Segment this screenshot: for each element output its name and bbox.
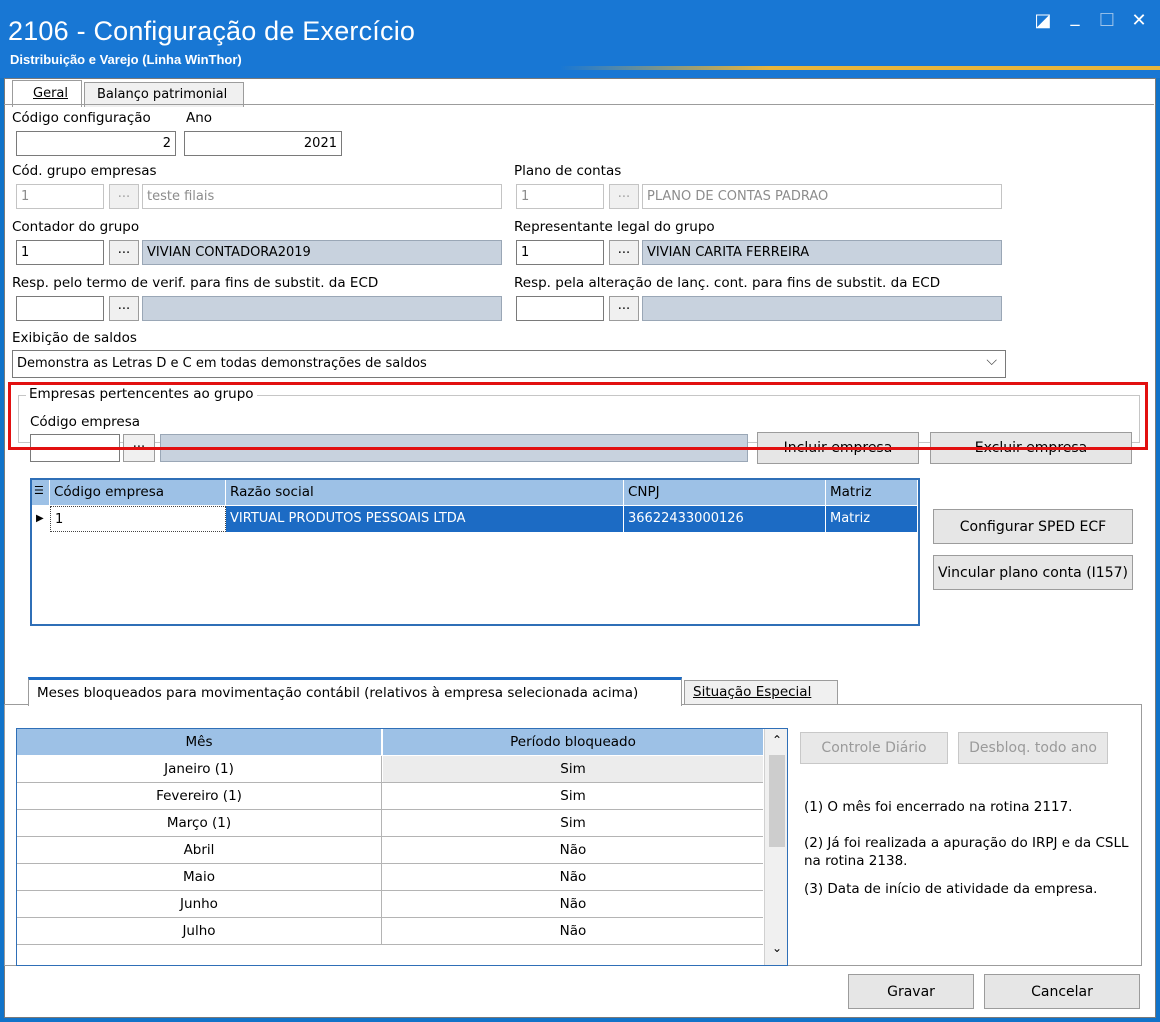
tab-geral-label: Geral [33, 86, 68, 101]
months-table[interactable]: Mês Período bloqueado Janeiro (1) Sim Fe… [16, 728, 788, 966]
note-2: (2) Já foi realizada a apuração do IRPJ … [804, 835, 1129, 869]
title-accent-stripe [560, 66, 1160, 70]
cell-codigo[interactable]: 1 [50, 506, 226, 532]
table-row[interactable]: Março (1) Sim [17, 810, 763, 837]
cell-bloqueado[interactable]: Não [383, 891, 763, 917]
restore-icon[interactable]: ◪ [1030, 10, 1056, 32]
tab-situacao-especial[interactable]: Situação Especial [684, 680, 838, 704]
plano-contas-name-field: PLANO DE CONTAS PADRAO [642, 184, 1002, 209]
application-window: 2106 - Configuração de Exercício Distrib… [0, 0, 1160, 1022]
tab-meses-bloqueados-label: Meses bloqueados para movimentação contá… [37, 685, 639, 701]
table-row[interactable]: Fevereiro (1) Sim [17, 783, 763, 810]
desbloq-ano-button[interactable]: Desbloq. todo ano [958, 732, 1108, 764]
cell-bloqueado[interactable]: Não [383, 918, 763, 944]
codigo-configuracao-field[interactable]: 2 [16, 131, 176, 156]
cell-matriz[interactable]: Matriz [826, 506, 918, 532]
controle-diario-button[interactable]: Controle Diário [800, 732, 948, 764]
cell-bloqueado[interactable]: Sim [383, 783, 763, 809]
gravar-button[interactable]: Gravar [848, 974, 974, 1009]
months-header-mes[interactable]: Mês [17, 729, 382, 755]
grid-menu-icon[interactable]: ☰ [32, 480, 50, 505]
exibicao-saldos-select[interactable]: Demonstra as Letras D e C em todas demon… [12, 350, 1006, 378]
grupo-empresas-code-field[interactable]: 1 [16, 184, 104, 209]
resp-termo-lookup-button[interactable]: ... [109, 296, 139, 321]
resp-termo-label: Resp. pelo termo de verif. para fins de … [12, 275, 379, 291]
cancelar-button[interactable]: Cancelar [984, 974, 1140, 1009]
table-row[interactable]: Abril Não [17, 837, 763, 864]
resp-alteracao-name-field [642, 296, 1002, 321]
window-title: 2106 - Configuração de Exercício [8, 16, 416, 46]
title-bar[interactable]: 2106 - Configuração de Exercício Distrib… [0, 0, 1160, 78]
grupo-empresas-lookup-button[interactable]: ... [109, 184, 139, 209]
cell-mes[interactable]: Janeiro (1) [17, 756, 382, 782]
tab-situacao-especial-label: Situação Especial [693, 684, 812, 700]
months-header-bloqueado[interactable]: Período bloqueado [383, 729, 763, 755]
months-scrollbar[interactable]: ⌃ ⌄ [764, 729, 787, 965]
grid-header-razao[interactable]: Razão social [226, 480, 624, 505]
cell-cnpj[interactable]: 36622433000126 [624, 506, 826, 532]
contador-label: Contador do grupo [12, 219, 140, 235]
contador-lookup-button[interactable]: ... [109, 240, 139, 265]
cell-bloqueado[interactable]: Sim [383, 756, 763, 782]
chevron-down-icon[interactable]: ⌵ [986, 353, 997, 369]
resp-termo-code-field[interactable] [16, 296, 104, 321]
codigo-configuracao-label: Código configuração [12, 110, 151, 126]
cell-mes[interactable]: Maio [17, 864, 382, 890]
representante-lookup-button[interactable]: ... [609, 240, 639, 265]
table-row[interactable]: Julho Não [17, 918, 763, 945]
close-icon[interactable]: ✕ [1126, 10, 1152, 32]
plano-contas-lookup-button[interactable]: ... [609, 184, 639, 209]
scroll-up-icon[interactable]: ⌃ [765, 729, 787, 751]
contador-name-field: VIVIAN CONTADORA2019 [142, 240, 502, 265]
cell-mes[interactable]: Fevereiro (1) [17, 783, 382, 809]
highlight-box [8, 382, 1148, 450]
row-indicator-icon: ▶ [32, 506, 50, 532]
contador-code-field[interactable]: 1 [16, 240, 104, 265]
cell-razao[interactable]: VIRTUAL PRODUTOS PESSOAIS LTDA [226, 506, 624, 532]
resp-alteracao-lookup-button[interactable]: ... [609, 296, 639, 321]
representante-code-field[interactable]: 1 [516, 240, 604, 265]
resp-alteracao-code-field[interactable] [516, 296, 604, 321]
representante-name-field: VIVIAN CARITA FERREIRA [642, 240, 1002, 265]
tab-geral[interactable]: Geral [12, 80, 82, 107]
exibicao-saldos-label: Exibição de saldos [12, 330, 137, 346]
companies-grid[interactable]: ☰ Código empresa Razão social CNPJ Matri… [30, 478, 920, 626]
grupo-empresas-label: Cód. grupo empresas [12, 163, 157, 179]
configurar-sped-button[interactable]: Configurar SPED ECF [933, 509, 1133, 544]
cell-bloqueado[interactable]: Não [383, 864, 763, 890]
table-row[interactable]: Janeiro (1) Sim [17, 756, 763, 783]
ano-label: Ano [186, 110, 213, 126]
cell-mes[interactable]: Junho [17, 891, 382, 917]
grid-header-matriz[interactable]: Matriz [826, 480, 918, 505]
cell-bloqueado[interactable]: Não [383, 837, 763, 863]
grid-header-cnpj[interactable]: CNPJ [624, 480, 826, 505]
tab-balanco-label: Balanço patrimonial [97, 87, 228, 102]
resp-termo-name-field [142, 296, 502, 321]
representante-label: Representante legal do grupo [514, 219, 715, 235]
cell-mes[interactable]: Abril [17, 837, 382, 863]
grupo-empresas-name-field: teste filais [142, 184, 502, 209]
note-1: (1) O mês foi encerrado na rotina 2117. [804, 799, 1073, 815]
cell-bloqueado[interactable]: Sim [383, 810, 763, 836]
table-row[interactable]: Maio Não [17, 864, 763, 891]
tab-meses-bloqueados[interactable]: Meses bloqueados para movimentação contá… [28, 677, 682, 706]
resp-alteracao-label: Resp. pela alteração de lanç. cont. para… [514, 275, 941, 291]
cell-mes[interactable]: Março (1) [17, 810, 382, 836]
maximize-icon[interactable]: ☐ [1094, 10, 1120, 32]
plano-contas-label: Plano de contas [514, 163, 622, 179]
grid-header-codigo[interactable]: Código empresa [50, 480, 226, 505]
cell-mes[interactable]: Julho [17, 918, 382, 944]
window-subtitle: Distribuição e Varejo (Linha WinThor) [10, 52, 242, 67]
table-row[interactable]: Junho Não [17, 891, 763, 918]
plano-contas-code-field[interactable]: 1 [516, 184, 604, 209]
exibicao-saldos-value: Demonstra as Letras D e C em todas demon… [17, 356, 427, 371]
ano-field[interactable]: 2021 [184, 131, 342, 156]
scroll-thumb[interactable] [769, 755, 785, 847]
minimize-icon[interactable]: _ [1062, 6, 1088, 28]
tab-panel-border [4, 104, 1154, 105]
scroll-down-icon[interactable]: ⌄ [765, 941, 787, 963]
note-3: (3) Data de início de atividade da empre… [804, 881, 1098, 897]
vincular-plano-button[interactable]: Vincular plano conta (I157) [933, 555, 1133, 590]
